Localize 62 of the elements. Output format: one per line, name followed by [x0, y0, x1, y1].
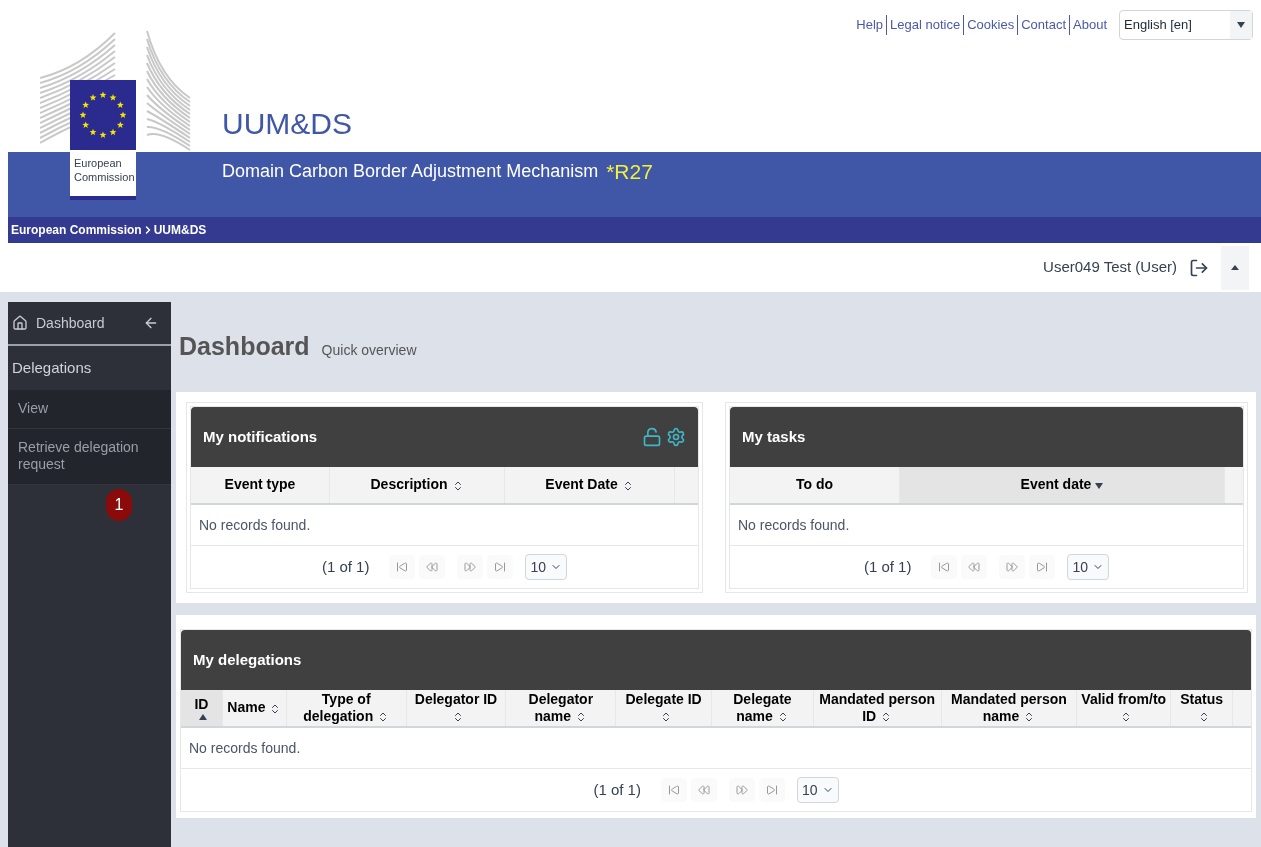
column-header[interactable]: Delegator ID [406, 690, 507, 726]
last-page-icon [494, 561, 507, 573]
sidebar-item[interactable]: View [8, 390, 171, 429]
page-subtitle: Quick overview [321, 340, 417, 360]
header-link[interactable]: Cookies [963, 15, 1015, 35]
unlock-icon[interactable] [642, 427, 662, 447]
column-header[interactable]: Description [330, 467, 505, 503]
page-counter: (1 of 1) [321, 556, 370, 577]
column-header[interactable]: Type of delegation [286, 690, 407, 726]
first-page-icon [396, 561, 409, 573]
column-header[interactable]: Mandated person ID [813, 690, 942, 726]
breadcrumb-link[interactable]: European Commission [11, 221, 142, 239]
empty-message: No records found. [738, 517, 850, 533]
panel-title: My delegations [193, 649, 302, 670]
release-label: *R27 [606, 159, 653, 185]
column-header[interactable]: Delegator name [506, 690, 617, 726]
header-link[interactable]: Legal notice [886, 15, 961, 35]
panel-title: My notifications [203, 426, 318, 447]
last-page-icon [1036, 561, 1049, 573]
step-badge: 1 [106, 488, 132, 521]
next-page-icon [464, 561, 477, 573]
page-title: Dashboard [179, 331, 310, 363]
previous-page-icon [697, 784, 710, 796]
column-header[interactable]: Event Date [505, 467, 675, 503]
logout-icon[interactable] [1189, 257, 1209, 278]
column-header[interactable]: Event date [900, 467, 1225, 503]
page-counter: (1 of 1) [863, 556, 912, 577]
last-page-icon [765, 784, 778, 796]
app-title: UUM&DS [222, 107, 352, 140]
column-header[interactable]: ID [181, 690, 223, 726]
header-link[interactable]: Contact [1017, 15, 1066, 35]
settings-icon[interactable] [666, 427, 686, 447]
header-link[interactable]: Help [856, 15, 884, 35]
sidebar-item[interactable]: Retrieve delegation request [8, 428, 171, 485]
language-select[interactable]: English [en] [1119, 10, 1253, 40]
column-header[interactable]: Status [1171, 690, 1234, 726]
column-header[interactable]: Name [222, 690, 287, 726]
page-counter: (1 of 1) [593, 779, 641, 800]
sidebar-section: Delegations [12, 356, 92, 380]
panel-title: My tasks [742, 426, 806, 447]
column-header[interactable]: Delegate ID [616, 690, 713, 726]
first-page-icon [667, 784, 680, 796]
dropdown-caret-icon [1237, 22, 1245, 28]
sidebar-title: Dashboard [36, 313, 105, 333]
header-link[interactable]: About [1069, 15, 1107, 35]
app-subtitle: Domain Carbon Border Adjustment Mechanism [222, 160, 599, 183]
column-header[interactable]: Event type [191, 467, 330, 503]
previous-page-icon [968, 561, 981, 573]
previous-page-icon [426, 561, 439, 573]
next-page-icon [735, 784, 748, 796]
first-page-icon [938, 561, 951, 573]
breadcrumb-link[interactable]: UUM&DS [153, 221, 207, 239]
logo-caption: European Commission [74, 156, 132, 184]
next-page-icon [1006, 561, 1019, 573]
user-name: User049 Test (User) [1043, 257, 1177, 278]
empty-message: No records found. [189, 740, 301, 756]
column-header[interactable]: Delegate name [712, 690, 814, 726]
home-icon [12, 315, 28, 331]
sidebar-header[interactable]: Dashboard [8, 302, 171, 346]
column-header[interactable]: Valid from/to [1077, 690, 1172, 726]
empty-message: No records found. [199, 517, 311, 533]
column-header[interactable]: Mandated person name [941, 690, 1078, 726]
